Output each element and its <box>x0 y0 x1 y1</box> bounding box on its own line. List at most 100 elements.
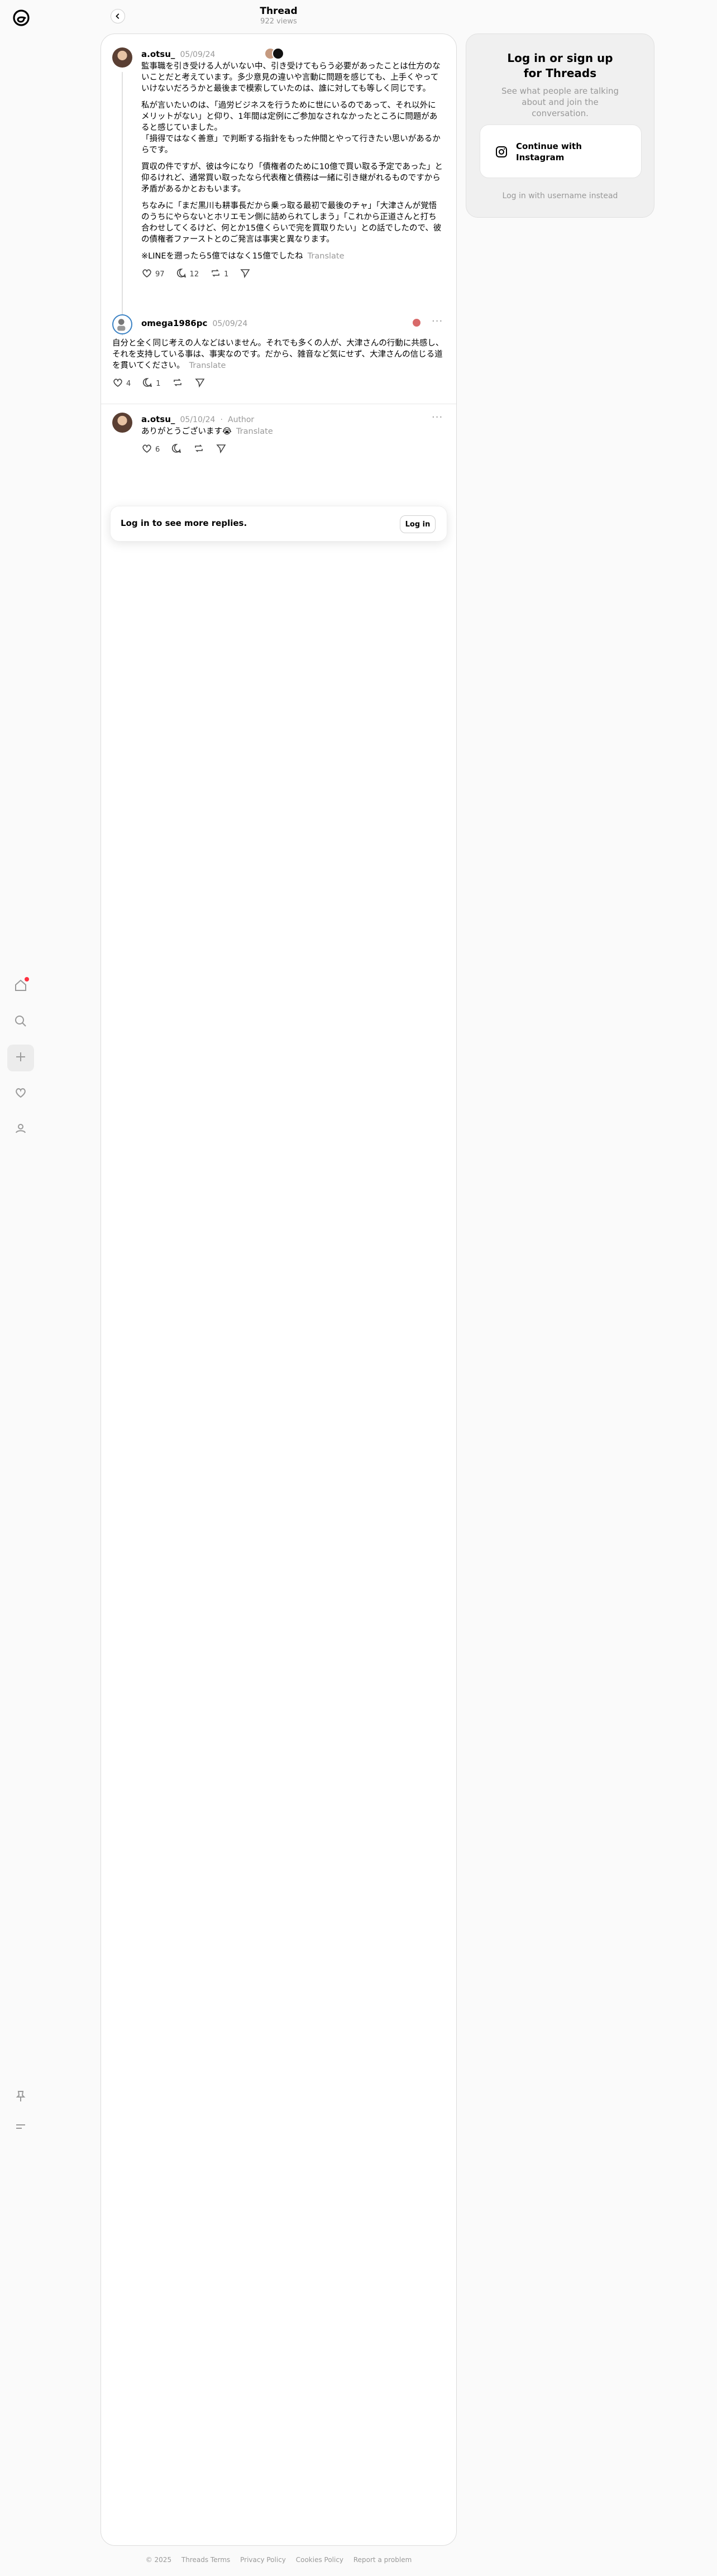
post-text: 自分と全く同じ考えの人などはいません。それでも多くの人が、大津さんの行動に共感し… <box>112 339 444 370</box>
post-actions: 6 <box>141 443 443 456</box>
post-paragraph: ※LINEを遡ったら5億ではなく15億でしたね <box>141 252 303 261</box>
footer-report-link[interactable]: Report a problem <box>353 2556 412 2564</box>
profile-icon <box>13 1121 28 1138</box>
translate-link[interactable]: Translate <box>308 252 345 261</box>
continue-with-instagram-button[interactable]: Continue with Instagram <box>480 125 642 178</box>
menu-icon <box>13 2119 28 2136</box>
login-panel: Log in or sign up for Threads See what p… <box>466 33 654 218</box>
like-button[interactable]: 4 <box>112 377 131 390</box>
repost-button[interactable]: 1 <box>210 267 228 281</box>
view-count: 922 views <box>260 17 297 26</box>
avatar[interactable] <box>112 314 132 334</box>
instagram-button-label: Continue with Instagram <box>516 141 582 162</box>
page-title: Thread <box>260 6 298 17</box>
repost-button[interactable] <box>172 377 183 390</box>
post-paragraph: 私が言いたいのは、「過労ビジネスを行うために世にいるのであって、それ以外にメリッ… <box>141 101 441 155</box>
comment-icon <box>176 267 187 281</box>
footer-copyright: © 2025 <box>145 2556 172 2564</box>
post-handle[interactable]: omega1986pc <box>141 318 207 328</box>
reply-button[interactable]: 12 <box>176 267 199 281</box>
pin-icon <box>13 2089 28 2106</box>
thread-header: Thread 922 views <box>101 0 457 32</box>
footer-terms-link[interactable]: Threads Terms <box>181 2556 230 2564</box>
post-handle[interactable]: a.otsu_ <box>141 49 175 59</box>
send-icon <box>194 377 205 390</box>
login-panel-subtitle: See what people are talking about and jo… <box>501 86 619 118</box>
comment-icon <box>142 377 153 390</box>
like-count: 4 <box>126 379 131 388</box>
reposter-avatars[interactable] <box>264 46 284 61</box>
post-handle[interactable]: a.otsu_ <box>141 414 175 424</box>
repost-icon <box>172 377 183 390</box>
repost-button[interactable] <box>193 443 204 456</box>
meta-separator: · <box>220 415 223 424</box>
post-paragraph: 監事職を引き受ける人がいない中、引き受けてもらう必要があったことは仕方のないこと… <box>141 62 441 93</box>
translate-link[interactable]: Translate <box>189 361 226 370</box>
send-icon <box>216 443 227 456</box>
repost-icon <box>193 443 204 456</box>
share-button[interactable] <box>194 377 205 390</box>
liked-by-avatars[interactable] <box>412 317 425 330</box>
post-text: ありがとうございます😭 <box>141 427 232 436</box>
threads-logo-icon[interactable] <box>10 7 32 29</box>
post-body: ありがとうございます😭 Translate 6 <box>141 426 443 456</box>
comment-icon <box>171 443 182 456</box>
like-button[interactable]: 97 <box>141 267 165 281</box>
footer: © 2025 Threads Terms Privacy Policy Cook… <box>101 2556 457 2564</box>
activity-nav-button[interactable] <box>7 1080 34 1107</box>
reply-count: 12 <box>189 270 199 279</box>
like-count: 97 <box>155 270 165 279</box>
thread-column: a.otsu_ 05/09/24 監事職を引き受ける人がいない中、引き受けてもら… <box>101 33 457 2546</box>
login-prompt-card: Log in to see more replies. Log in <box>110 506 447 542</box>
avatar[interactable] <box>112 47 132 68</box>
profile-nav-button[interactable] <box>7 1116 34 1143</box>
author-tag: Author <box>228 415 255 424</box>
create-nav-button[interactable] <box>7 1045 34 1071</box>
repost-icon <box>210 267 221 281</box>
login-panel-title: Log in or sign up for Threads <box>507 51 613 80</box>
like-button[interactable]: 6 <box>141 443 160 456</box>
translate-link[interactable]: Translate <box>236 427 273 436</box>
heart-icon <box>141 443 152 456</box>
more-options-icon[interactable]: ··· <box>432 315 443 327</box>
plus-icon <box>13 1050 28 1066</box>
instagram-icon <box>495 145 508 159</box>
avatar[interactable] <box>112 413 132 433</box>
home-nav-button[interactable] <box>7 973 34 1000</box>
notification-dot <box>25 977 29 981</box>
username-login-link[interactable]: Log in with username instead <box>466 191 654 200</box>
post-date[interactable]: 05/10/24 <box>180 415 216 424</box>
post-text-line: ありがとうございます😭 Translate <box>141 426 443 437</box>
thread-line <box>122 72 123 336</box>
post-paragraph: 買収の件ですが、彼は今になり「債権者のために10億で買い取る予定であった」と仰る… <box>141 162 443 194</box>
side-nav <box>0 0 42 2576</box>
post-date[interactable]: 05/09/24 <box>180 50 216 59</box>
repost-count: 1 <box>224 270 229 279</box>
reply-button[interactable] <box>171 443 182 456</box>
post-body: 自分と全く同じ考えの人などはいません。それでも多くの人が、大津さんの行動に共感し… <box>112 338 445 390</box>
like-count: 6 <box>155 445 160 454</box>
search-icon <box>13 1014 28 1031</box>
search-nav-button[interactable] <box>7 1009 34 1036</box>
heart-icon <box>13 1085 28 1102</box>
post-actions: 4 1 <box>112 377 445 390</box>
post-body: 監事職を引き受ける人がいない中、引き受けてもらう必要があったことは仕方のないこと… <box>141 61 443 281</box>
post-text-line: 自分と全く同じ考えの人などはいません。それでも多くの人が、大津さんの行動に共感し… <box>112 338 445 371</box>
heart-icon <box>112 377 123 390</box>
more-options-icon[interactable]: ··· <box>432 411 443 423</box>
send-icon <box>240 267 251 281</box>
login-prompt-text: Log in to see more replies. <box>121 518 247 528</box>
post-date[interactable]: 05/09/24 <box>212 319 247 328</box>
login-button[interactable]: Log in <box>400 515 436 533</box>
menu-nav-button[interactable] <box>7 2114 34 2141</box>
post-actions: 97 12 1 <box>141 267 443 281</box>
share-button[interactable] <box>240 267 251 281</box>
reply-button[interactable]: 1 <box>142 377 161 390</box>
footer-cookies-link[interactable]: Cookies Policy <box>296 2556 343 2564</box>
pin-nav-button[interactable] <box>7 2084 34 2111</box>
post-last-line: ※LINEを遡ったら5億ではなく15億でしたね Translate <box>141 251 443 262</box>
reply-count: 1 <box>156 379 161 388</box>
footer-privacy-link[interactable]: Privacy Policy <box>240 2556 286 2564</box>
post-paragraph: ちなみに「まだ黒川も耕事長だから乗っ取る最初で最後のチャ」「大津さんが覚悟のうち… <box>141 202 442 244</box>
share-button[interactable] <box>216 443 227 456</box>
